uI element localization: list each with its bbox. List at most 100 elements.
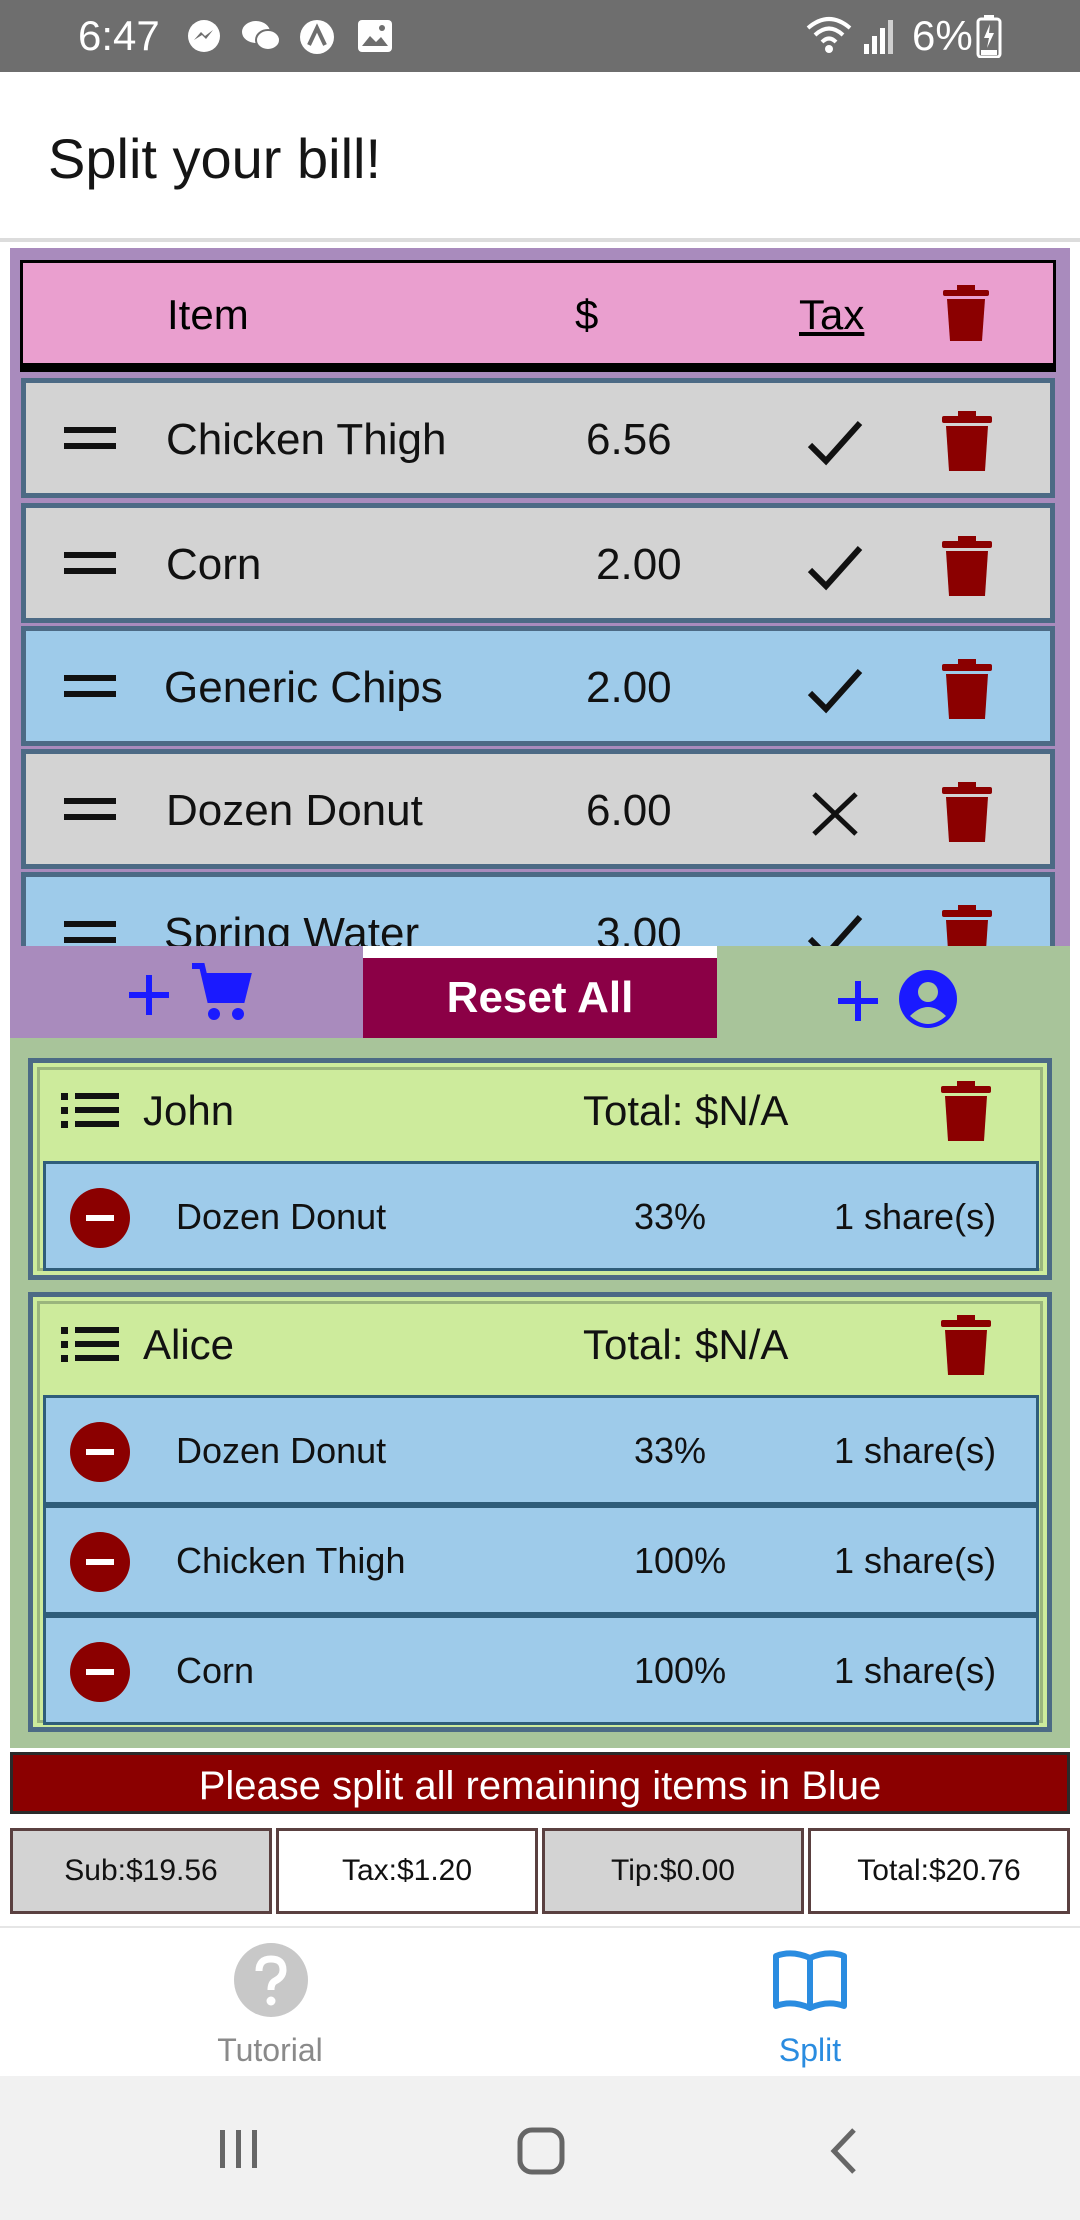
signal-icon [864,20,893,54]
system-nav-bar [0,2076,1080,2220]
help-icon [234,1943,308,2017]
item-row[interactable]: Chicken Thigh 6.56 [21,378,1055,498]
item-price[interactable]: 6.56 [586,413,672,467]
item-row[interactable]: Spring Water 3.00 [21,872,1055,946]
gallery-icon [358,20,392,52]
plus-icon [129,975,169,1015]
totals-bar: Sub:$19.56 Tax:$1.20 Tip:$0.00 Total:$20… [10,1828,1070,1914]
book-open-icon [773,1950,847,2011]
delete-item-icon[interactable] [942,905,992,946]
delete-item-icon[interactable] [942,659,992,719]
drag-handle-icon[interactable] [64,794,116,824]
person-card[interactable]: John Total: $N/A Dozen Donut 33% 1 share… [28,1058,1052,1280]
share-row[interactable]: Dozen Donut 33% 1 share(s) [43,1395,1039,1505]
share-count[interactable]: 1 share(s) [834,1194,996,1240]
drag-handle-icon[interactable] [64,917,116,946]
wifi-icon [806,17,852,53]
remove-share-icon[interactable] [70,1642,130,1702]
tax-column-header[interactable]: Tax [799,287,864,343]
drag-handle-icon[interactable] [64,423,116,453]
cart-icon [192,963,252,1020]
item-row[interactable]: Dozen Donut 6.00 [21,749,1055,869]
item-price[interactable]: 6.00 [586,784,672,838]
drag-handle-icon[interactable] [64,671,116,701]
tab-tutorial-label: Tutorial [217,2032,323,2068]
account-circle-icon [899,970,957,1028]
drag-handle-icon[interactable] [64,548,116,578]
items-header: Item $ Tax [20,260,1056,372]
person-card[interactable]: Alice Total: $N/A Dozen Donut 33% 1 shar… [28,1292,1052,1732]
share-item-name: Dozen Donut [176,1196,387,1237]
share-row[interactable]: Corn 100% 1 share(s) [43,1615,1039,1725]
share-count[interactable]: 1 share(s) [834,1538,996,1584]
tax-total-cell[interactable]: Tax:$1.20 [276,1828,538,1914]
delete-person-icon[interactable] [941,1081,991,1141]
back-icon[interactable] [826,2126,862,2176]
share-row[interactable]: Dozen Donut 33% 1 share(s) [43,1161,1039,1271]
tip-cell[interactable]: Tip:$0.00 [542,1828,804,1914]
remove-share-icon[interactable] [70,1188,130,1248]
item-price[interactable]: 3.00 [596,907,682,946]
tab-split-label: Split [778,2032,842,2068]
person-total: Total: $N/A [583,1321,789,1368]
add-person-button[interactable] [717,946,1070,1038]
plus-icon [838,981,878,1021]
wechat-icon [242,21,281,51]
add-item-button[interactable] [10,946,363,1038]
items-panel[interactable]: Item $ Tax Chicken Thigh 6.56 Corn 2.00 [10,248,1070,946]
reset-all-button[interactable]: Reset All [363,958,717,1038]
delete-all-items-icon[interactable] [943,285,989,341]
item-price[interactable]: 2.00 [596,538,682,592]
warning-banner: Please split all remaining items in Blue [10,1752,1070,1814]
share-percent: 100% [634,1540,727,1581]
action-bar: Reset All [10,946,1070,1038]
share-item-name: Dozen Donut [176,1430,387,1471]
tax-check-icon[interactable] [806,665,864,717]
messenger-icon [188,20,220,52]
battery-icon [976,15,1002,58]
recent-apps-icon[interactable] [216,2126,262,2172]
status-bar: 6:47 6% [0,0,1080,72]
status-time: 6:47 [78,12,160,59]
share-percent: 33% [634,1430,707,1471]
share-count[interactable]: 1 share(s) [834,1648,996,1694]
price-column-header: $ [575,291,599,338]
item-price[interactable]: 2.00 [586,661,672,715]
tax-cross-icon[interactable] [806,788,864,840]
list-icon[interactable] [61,1093,119,1129]
share-item-name: Corn [176,1650,255,1691]
grand-total-cell: Total:$20.76 [808,1828,1070,1914]
tax-check-icon[interactable] [806,417,864,469]
people-panel[interactable]: John Total: $N/A Dozen Donut 33% 1 share… [10,1038,1070,1748]
delete-item-icon[interactable] [942,536,992,596]
share-row[interactable]: Chicken Thigh 100% 1 share(s) [43,1505,1039,1615]
share-item-name: Chicken Thigh [176,1540,406,1581]
item-name[interactable]: Spring Water [164,907,419,946]
tax-check-icon[interactable] [806,911,864,946]
item-name[interactable]: Chicken Thigh [166,413,446,467]
item-row[interactable]: Corn 2.00 [21,503,1055,623]
page-title: Split your bill! [48,127,382,190]
item-row[interactable]: Generic Chips 2.00 [21,626,1055,746]
item-name[interactable]: Dozen Donut [166,784,423,838]
app-a-icon [300,20,334,54]
home-icon[interactable] [516,2126,566,2176]
delete-item-icon[interactable] [942,411,992,471]
list-icon[interactable] [61,1327,119,1363]
battery-percent: 6% [912,12,973,59]
delete-person-icon[interactable] [941,1315,991,1375]
share-percent: 100% [634,1650,727,1691]
item-name[interactable]: Generic Chips [164,661,443,715]
share-percent: 33% [634,1196,707,1237]
share-count[interactable]: 1 share(s) [834,1428,996,1474]
tab-split[interactable]: Split [660,1928,960,2078]
remove-share-icon[interactable] [70,1422,130,1482]
item-name[interactable]: Corn [166,538,261,592]
person-name[interactable]: Alice [143,1319,234,1371]
tab-tutorial[interactable]: Tutorial [120,1928,420,2078]
bottom-nav: Tutorial Split [0,1926,1080,2076]
remove-share-icon[interactable] [70,1532,130,1592]
person-name[interactable]: John [143,1085,234,1137]
delete-item-icon[interactable] [942,782,992,842]
tax-check-icon[interactable] [806,542,864,594]
